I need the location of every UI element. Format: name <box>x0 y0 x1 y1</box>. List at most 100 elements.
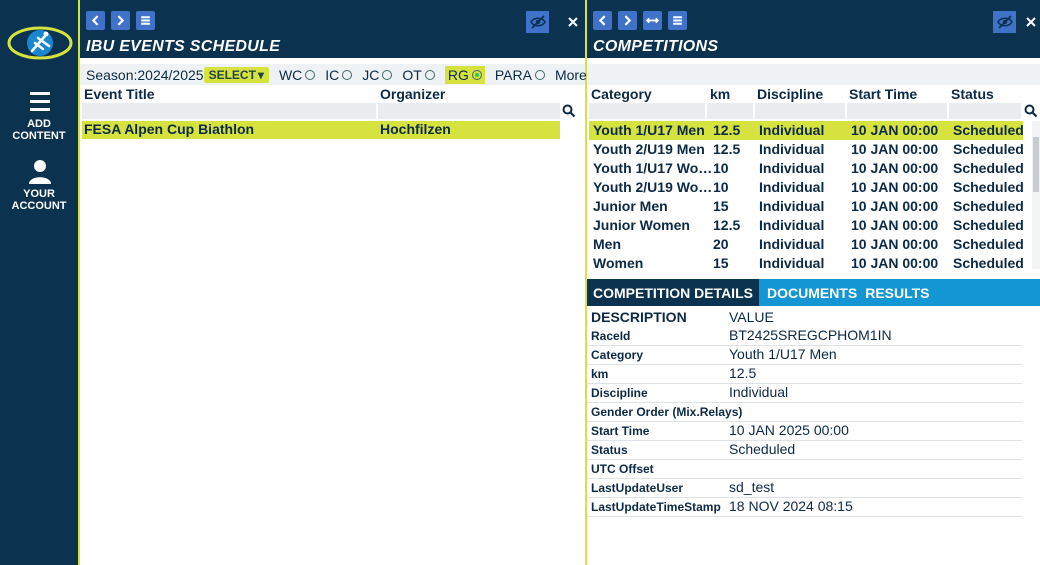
status-filter-input[interactable] <box>949 103 1021 119</box>
cell-status: Scheduled <box>953 217 1024 233</box>
tab-competition-details[interactable]: COMPETITION DETAILS <box>587 279 759 306</box>
menu-button[interactable] <box>136 11 155 30</box>
event-title-filter-input[interactable] <box>82 103 376 119</box>
add-content-label[interactable]: ADD CONTENT <box>0 118 78 142</box>
radio-icon <box>534 69 545 80</box>
cell-status: Scheduled <box>953 255 1024 271</box>
column-header-start-time[interactable]: Start Time <box>849 86 917 102</box>
cell-km: 12.5 <box>713 141 741 157</box>
close-panel-button[interactable] <box>1022 11 1040 33</box>
panel-title: COMPETITIONS <box>593 38 719 55</box>
expand-button[interactable] <box>643 11 662 30</box>
forward-button[interactable] <box>618 11 637 30</box>
radio-icon <box>424 69 435 80</box>
cell-discipline: Individual <box>759 236 825 252</box>
eye-slash-icon <box>996 15 1013 29</box>
filter-wc[interactable]: WC <box>279 67 316 83</box>
cell-start: 10 JAN 00:00 <box>851 217 939 233</box>
detail-value: 12.5 <box>729 365 757 381</box>
column-header-status[interactable]: Status <box>951 86 994 102</box>
cell-discipline: Individual <box>759 198 825 214</box>
filter-label: PARA <box>494 66 532 83</box>
search-icon[interactable] <box>1024 104 1038 118</box>
radio-selected-icon <box>471 69 482 80</box>
competition-row[interactable]: Youth 1/U17 Men 12.5 Individual 10 JAN 00:0… <box>589 121 1024 140</box>
season-label: Season: <box>86 66 138 83</box>
add-content-icon[interactable] <box>24 88 56 116</box>
season-value[interactable]: 2024/2025 <box>137 67 203 83</box>
cell-km: 12.5 <box>713 122 741 138</box>
cell-category: Junior Women <box>593 217 690 233</box>
column-header-discipline[interactable]: Discipline <box>757 86 823 102</box>
chevron-right-icon <box>624 15 632 26</box>
category-filter-input[interactable] <box>589 103 705 119</box>
season-filter-bar: Season: 2024/2025 SELECT ▾ WC IC JC OT RG… <box>80 64 597 85</box>
search-icon[interactable] <box>562 104 576 118</box>
detail-tabs: COMPETITION DETAILS DOCUMENTS RESULTS <box>587 279 1040 306</box>
menu-button[interactable] <box>668 11 687 30</box>
filter-ic[interactable]: IC <box>325 66 353 83</box>
cell-km: 20 <box>713 236 729 252</box>
cell-category: Women <box>593 255 644 271</box>
detail-value: 18 NOV 2024 08:15 <box>729 498 853 514</box>
season-select-button[interactable]: SELECT ▾ <box>203 66 269 83</box>
menu-icon <box>673 16 682 25</box>
cell-category: Youth 1/U17 Wo… <box>593 160 713 176</box>
organizer-filter-input[interactable] <box>378 103 560 119</box>
cell-discipline: Individual <box>759 179 825 195</box>
table-row[interactable]: FESA Alpen Cup Biathlon Hochfilzen <box>82 121 560 139</box>
competition-row[interactable]: Youth 2/U19 Wo… 10 Individual 10 JAN 00:00 S… <box>589 178 1024 197</box>
filter-label: IC <box>325 66 340 83</box>
discipline-filter-input[interactable] <box>755 103 845 119</box>
column-header-organizer[interactable]: Organizer <box>380 86 445 102</box>
tab-results[interactable]: RESULTS <box>861 285 933 301</box>
ibu-logo[interactable] <box>7 24 73 62</box>
filter-rg[interactable]: RG <box>444 65 485 84</box>
filter-label: OT <box>402 66 422 83</box>
start-time-filter-input[interactable] <box>847 103 947 119</box>
column-header-km[interactable]: km <box>710 86 730 102</box>
cell-start: 10 JAN 00:00 <box>851 141 939 157</box>
radio-icon <box>342 69 353 80</box>
competition-row[interactable]: Junior Men 15 Individual 10 JAN 00:00 Schedu… <box>589 197 1024 216</box>
filter-jc[interactable]: JC <box>362 67 393 83</box>
back-button[interactable] <box>593 11 612 30</box>
tab-documents[interactable]: DOCUMENTS <box>763 285 861 301</box>
filter-ot[interactable]: OT <box>402 66 435 83</box>
row-divider <box>587 402 1022 403</box>
cell-status: Scheduled <box>953 122 1024 138</box>
competitions-header: COMPETITIONS <box>587 0 1040 58</box>
cell-category: Junior Men <box>593 198 668 214</box>
filter-para[interactable]: PARA <box>495 67 545 83</box>
cell-start: 10 JAN 00:00 <box>851 179 939 195</box>
back-button[interactable] <box>86 11 105 30</box>
cell-status: Scheduled <box>953 236 1024 252</box>
scrollbar-thumb[interactable] <box>1033 137 1039 192</box>
competition-row[interactable]: Youth 2/U19 Men 12.5 Individual 10 JAN 00:0… <box>589 140 1024 159</box>
details-value-header: VALUE <box>729 309 774 325</box>
filter-label: RG <box>447 66 469 83</box>
row-divider <box>587 478 1022 479</box>
competition-row[interactable]: Women 15 Individual 10 JAN 00:00 Scheduled <box>589 254 1024 273</box>
competition-row[interactable]: Men 20 Individual 10 JAN 00:00 Scheduled <box>589 235 1024 254</box>
km-filter-input[interactable] <box>707 103 753 119</box>
column-header-event-title[interactable]: Event Title <box>84 86 155 102</box>
column-header-category[interactable]: Category <box>591 86 652 102</box>
competition-row[interactable]: Youth 1/U17 Wo… 10 Individual 10 JAN 00:00 S… <box>589 159 1024 178</box>
hide-panel-button[interactable] <box>993 11 1016 33</box>
competition-row[interactable]: Junior Women 12.5 Individual 10 JAN 00:00 Sc… <box>589 216 1024 235</box>
event-title-cell: FESA Alpen Cup Biathlon <box>84 121 255 137</box>
cell-discipline: Individual <box>759 217 825 233</box>
close-panel-button[interactable] <box>564 11 582 33</box>
detail-label: Discipline <box>591 386 648 400</box>
cell-km: 10 <box>713 179 729 195</box>
hide-panel-button[interactable] <box>526 11 549 33</box>
cell-discipline: Individual <box>759 141 825 157</box>
detail-label: Start Time <box>591 424 650 438</box>
your-account-label[interactable]: YOUR ACCOUNT <box>0 188 78 212</box>
forward-button[interactable] <box>111 11 130 30</box>
chevron-right-icon <box>117 15 125 26</box>
user-icon[interactable] <box>24 158 56 186</box>
organizer-cell: Hochfilzen <box>380 121 451 137</box>
sidebar: ADD CONTENT YOUR ACCOUNT <box>0 0 80 565</box>
